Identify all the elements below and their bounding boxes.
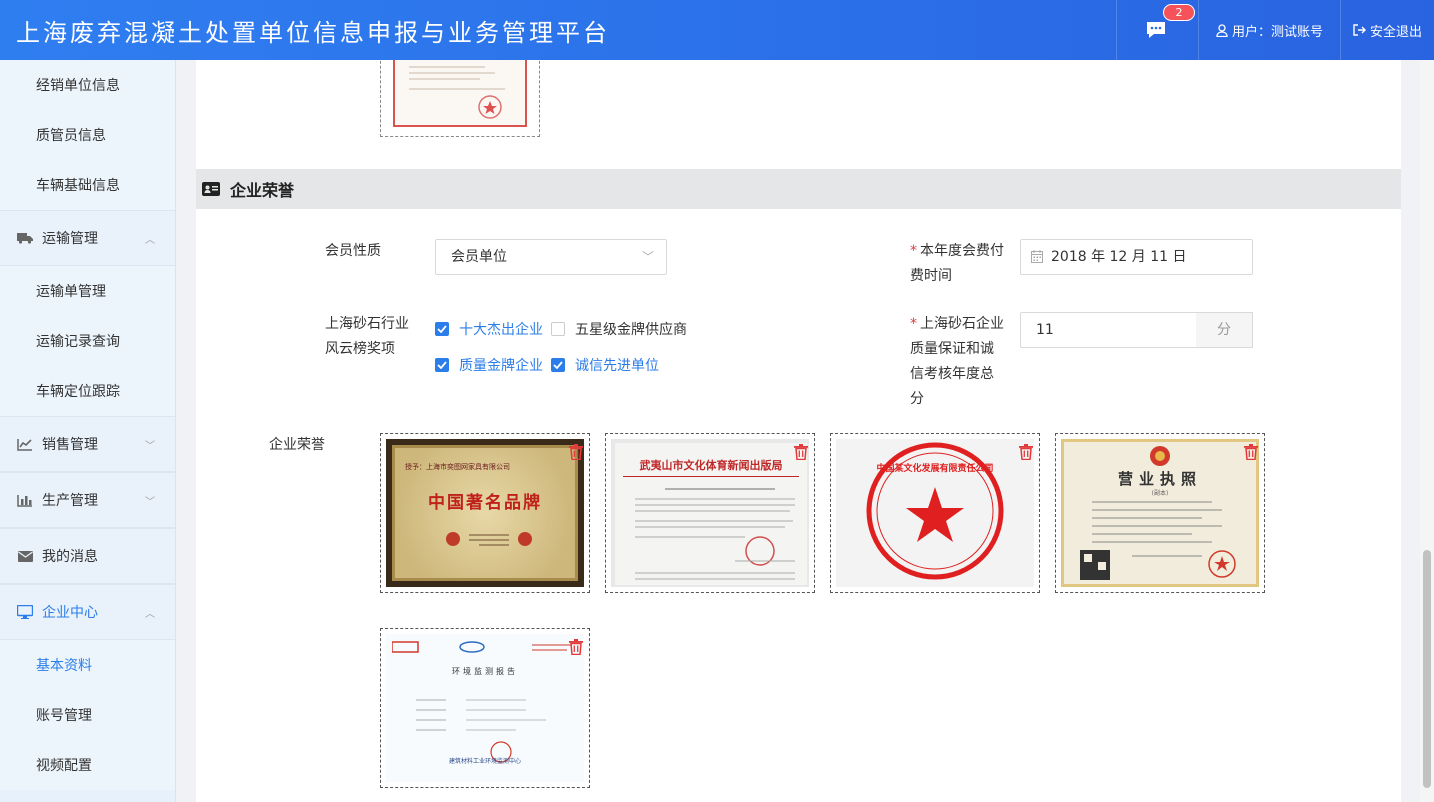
envelope-icon xyxy=(16,550,34,562)
sidebar-item-video-config[interactable]: 视频配置 xyxy=(0,740,175,790)
honor-image-thumbnail[interactable]: 中国某文化发展有限责任公司 xyxy=(830,433,1040,593)
business-license-image: 营业执照 (副本) xyxy=(1061,439,1259,587)
section-title: 企业荣誉 xyxy=(230,181,295,200)
content-gutter xyxy=(177,60,196,802)
member-type-select[interactable]: 会员单位 ﹀ xyxy=(435,239,667,275)
national-emblem-icon xyxy=(1150,446,1170,466)
honor-image-thumbnail[interactable]: 武夷山市文化体育新闻出版局 xyxy=(605,433,815,593)
sidebar-group-production[interactable]: 生产管理 ﹀ xyxy=(0,472,175,528)
chevron-down-icon: ﹀ xyxy=(641,250,654,264)
sidebar-item-waybill[interactable]: 运输单管理 xyxy=(0,266,175,316)
honor-image-thumbnail[interactable]: 环境监测报告 建筑材料工业环境监测中心 xyxy=(380,628,590,788)
messages-button[interactable]: 2 xyxy=(1116,0,1198,60)
annual-score-label: * 上海砂石企业 质量保证和诚 信考核年度总 分 xyxy=(910,316,1004,407)
user-label: 用户：测试账号 xyxy=(1231,24,1323,40)
bar-chart-icon xyxy=(16,494,34,507)
license-details xyxy=(1080,501,1236,580)
chevron-down-icon: ﹀ xyxy=(145,441,155,452)
award-checkbox-quality-gold[interactable]: 质量金牌企业 xyxy=(435,355,543,375)
fee-time-label: * 本年度会费付 费时间 xyxy=(910,243,1004,284)
truck-icon xyxy=(16,232,34,244)
vertical-scrollbar[interactable] xyxy=(1420,60,1434,802)
document-text-lines xyxy=(635,488,795,580)
sidebar-group-messages[interactable]: 我的消息 xyxy=(0,528,175,584)
trash-icon[interactable] xyxy=(1244,444,1258,460)
checkbox-checked-icon xyxy=(435,322,449,336)
user-account-button[interactable]: 用户：测试账号 xyxy=(1198,0,1340,60)
trash-icon[interactable] xyxy=(569,639,583,655)
message-count-badge: 2 xyxy=(1163,4,1195,21)
report-fields xyxy=(416,699,546,763)
sidebar-group-enterprise-center[interactable]: 企业中心 ︿ xyxy=(0,584,175,640)
fee-date-picker[interactable]: 2018 年 12 月 11 日 xyxy=(1020,239,1253,275)
certificate-image xyxy=(393,60,527,127)
sidebar-item-quality-officer[interactable]: 质管员信息 xyxy=(0,110,175,160)
environmental-report-image: 环境监测报告 建筑材料工业环境监测中心 xyxy=(386,634,584,782)
scrollbar-thumb[interactable] xyxy=(1423,550,1431,788)
checkbox-checked-icon xyxy=(435,358,449,372)
sidebar-group-transport[interactable]: 运输管理 ︿ xyxy=(0,210,175,266)
chevron-up-icon: ︿ xyxy=(145,609,155,620)
monitor-icon xyxy=(16,605,34,619)
sidebar-item-account-management[interactable]: 账号管理 xyxy=(0,690,175,740)
sidebar-sublist-enterprise-center: 基本资料 账号管理 视频配置 xyxy=(0,640,175,790)
main-content: 企业荣誉 会员性质 会员单位 ﹀ * 本年度会费付 费时间 2018 年 12 月… xyxy=(196,60,1401,802)
honors-label: 企业荣誉 xyxy=(269,437,325,453)
previous-certificate-thumbnail[interactable] xyxy=(380,60,540,137)
emblem-marks xyxy=(446,532,532,546)
score-unit-addon: 分 xyxy=(1196,312,1253,348)
trash-icon[interactable] xyxy=(794,444,808,460)
official-letter-image: 武夷山市文化体育新闻出版局 xyxy=(611,439,809,587)
trash-icon[interactable] xyxy=(1019,444,1033,460)
award-checkbox-five-star-supplier[interactable]: 五星级金牌供应商 xyxy=(551,319,687,339)
logout-button[interactable]: 安全退出 xyxy=(1340,0,1434,60)
sidebar-item-dealer-info[interactable]: 经销单位信息 xyxy=(0,60,175,110)
sidebar-item-basic-info[interactable]: 基本资料 xyxy=(0,640,175,690)
honor-image-thumbnail[interactable]: 营业执照 (副本) xyxy=(1055,433,1265,593)
sidebar-sublist-enterprise-info: 经销单位信息 质管员信息 车辆基础信息 xyxy=(0,60,175,210)
required-asterisk: * xyxy=(910,243,917,259)
trash-icon[interactable] xyxy=(569,444,583,460)
certificate-lines xyxy=(409,66,505,119)
member-type-label: 会员性质 xyxy=(325,243,381,259)
checkbox-empty-icon xyxy=(551,322,565,336)
top-header: 上海废弃混凝土处置单位信息申报与业务管理平台 2 用户：测试账号 安全退出 xyxy=(0,0,1434,60)
award-checkbox-integrity[interactable]: 诚信先进单位 xyxy=(551,355,659,375)
sidebar-item-vehicle-info[interactable]: 车辆基础信息 xyxy=(0,160,175,210)
annual-score-input[interactable]: 11 xyxy=(1020,312,1197,348)
id-card-icon xyxy=(202,182,220,196)
sidebar-item-vehicle-tracking[interactable]: 车辆定位跟踪 xyxy=(0,366,175,416)
honor-image-thumbnail[interactable]: 授予：上海市奕图网家具有限公司 中国著名品牌 xyxy=(380,433,590,593)
sidebar-sublist-transport: 运输单管理 运输记录查询 车辆定位跟踪 xyxy=(0,266,175,416)
award-plaque-image: 授予：上海市奕图网家具有限公司 中国著名品牌 xyxy=(386,439,584,587)
awards-label: 上海砂石行业 风云榜奖项 xyxy=(325,316,409,357)
section-header-honors: 企业荣誉 xyxy=(196,169,1401,209)
required-asterisk: * xyxy=(910,316,917,332)
logout-label: 安全退出 xyxy=(1369,24,1422,40)
report-logos xyxy=(392,641,572,653)
platform-title: 上海废弃混凝土处置单位信息申报与业务管理平台 xyxy=(16,19,610,47)
sidebar-nav: 经销单位信息 质管员信息 车辆基础信息 运输管理 ︿ 运输单管理 运输记录查询 … xyxy=(0,60,176,802)
company-seal-image: 中国某文化发展有限责任公司 xyxy=(836,439,1034,587)
sign-out-icon xyxy=(1353,24,1366,36)
chevron-up-icon: ︿ xyxy=(145,235,155,246)
calendar-icon xyxy=(1031,250,1043,263)
sidebar-item-transport-records[interactable]: 运输记录查询 xyxy=(0,316,175,366)
user-icon xyxy=(1216,23,1228,37)
sidebar-group-sales[interactable]: 销售管理 ﹀ xyxy=(0,416,175,472)
chevron-down-icon: ﹀ xyxy=(145,497,155,508)
chat-icon xyxy=(1146,22,1165,38)
award-checkbox-top-ten[interactable]: 十大杰出企业 xyxy=(435,319,543,339)
checkbox-checked-icon xyxy=(551,358,565,372)
line-chart-icon xyxy=(16,438,34,451)
